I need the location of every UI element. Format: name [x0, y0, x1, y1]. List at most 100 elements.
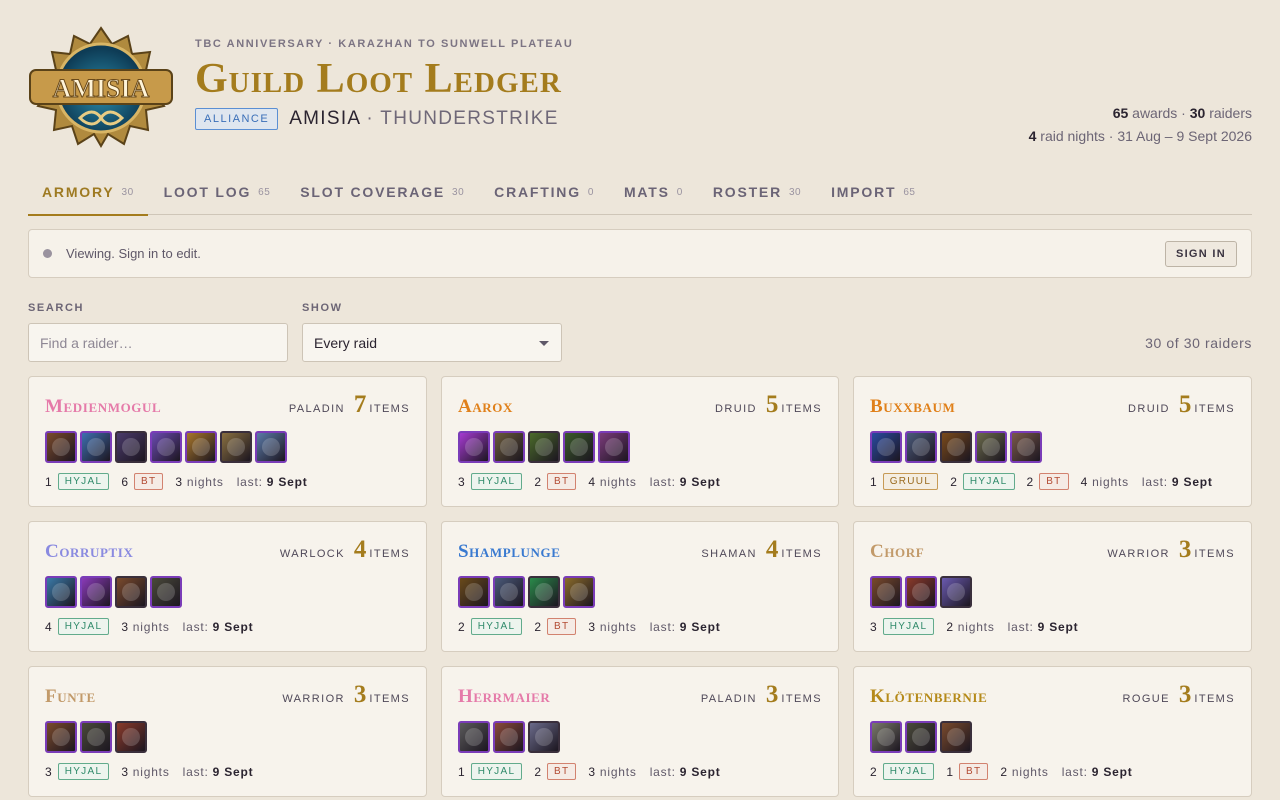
last-attended: last: 9 Sept	[1008, 620, 1079, 634]
last-word: last:	[182, 764, 209, 779]
raider-card[interactable]: Corruptix WARLOCK 4 ITEMS 4 HYJAL 3 nights last:…	[28, 521, 427, 652]
item-icon[interactable]	[45, 721, 77, 753]
item-icon[interactable]	[528, 721, 560, 753]
item-icon[interactable]	[458, 431, 490, 463]
item-icon[interactable]	[150, 576, 182, 608]
tab-armory[interactable]: ARMORY 30	[28, 172, 148, 216]
item-icon[interactable]	[80, 431, 112, 463]
item-icon[interactable]	[458, 576, 490, 608]
item-icon[interactable]	[115, 721, 147, 753]
tab-label: ROSTER	[712, 184, 782, 200]
item-icon[interactable]	[870, 576, 902, 608]
raid-badge: BT	[547, 473, 577, 490]
item-icons	[458, 576, 822, 608]
raid-loot-count: 3	[870, 619, 877, 634]
raid-badge: HYJAL	[470, 618, 523, 635]
item-icon[interactable]	[458, 721, 490, 753]
raider-stats-row: 2 HYJAL 2 BT 3 nights last: 9 Sept	[458, 618, 822, 635]
item-icon[interactable]	[493, 721, 525, 753]
tab-crafting[interactable]: CRAFTING 0	[480, 172, 608, 215]
nights-word: nights	[1092, 474, 1129, 489]
item-icon[interactable]	[905, 576, 937, 608]
last-value: 9 Sept	[679, 764, 721, 779]
item-icon[interactable]	[80, 721, 112, 753]
tab-mats[interactable]: MATS 0	[610, 172, 697, 215]
item-icon[interactable]	[185, 431, 217, 463]
item-icon[interactable]	[80, 576, 112, 608]
item-icon[interactable]	[45, 576, 77, 608]
item-icon[interactable]	[940, 576, 972, 608]
item-icon[interactable]	[115, 431, 147, 463]
last-attended: last: 9 Sept	[650, 620, 721, 634]
view-mode-notice: Viewing. Sign in to edit. SIGN IN	[28, 229, 1252, 278]
item-icon[interactable]	[975, 431, 1007, 463]
item-icon[interactable]	[528, 576, 560, 608]
raid-loot-count: 2	[458, 619, 465, 634]
raider-class: WARRIOR	[282, 693, 345, 705]
item-icon[interactable]	[598, 431, 630, 463]
item-icon[interactable]	[493, 431, 525, 463]
stats-line-1: 65 awards · 30 raiders	[1029, 102, 1252, 125]
raider-name[interactable]: Medienmogul	[45, 396, 161, 418]
last-attended: last: 9 Sept	[237, 475, 308, 489]
card-header: Corruptix WARLOCK 4 ITEMS	[45, 536, 410, 570]
show-select[interactable]: Every raid	[302, 323, 562, 362]
item-count: 4	[353, 536, 367, 563]
item-icons	[870, 431, 1235, 463]
raider-name[interactable]: Chorf	[870, 541, 924, 563]
tab-import[interactable]: IMPORT 65	[817, 172, 929, 215]
raid-loot-count: 2	[870, 764, 877, 779]
search-input[interactable]	[28, 323, 288, 362]
item-icon[interactable]	[563, 576, 595, 608]
raider-name[interactable]: Funte	[45, 686, 96, 708]
item-icon[interactable]	[870, 721, 902, 753]
item-icon[interactable]	[115, 576, 147, 608]
raider-stats-row: 1 HYJAL 6 BT 3 nights last: 9 Sept	[45, 473, 410, 490]
tab-loot-log[interactable]: LOOT LOG 65	[150, 172, 285, 215]
item-icon[interactable]	[150, 431, 182, 463]
item-icon[interactable]	[255, 431, 287, 463]
raider-name[interactable]: Shamplunge	[458, 541, 561, 563]
item-icon[interactable]	[940, 721, 972, 753]
item-icon[interactable]	[1010, 431, 1042, 463]
raider-card[interactable]: Klötenbernie ROGUE 3 ITEMS 2 HYJAL 1 BT 2 nights l…	[853, 666, 1252, 797]
raider-name[interactable]: Buxxbaum	[870, 396, 955, 418]
item-icons	[870, 576, 1235, 608]
item-icon[interactable]	[220, 431, 252, 463]
raider-card[interactable]: Aarox DRUID 5 ITEMS 3 HYJAL 2 BT 4 nights last: 9 S…	[441, 376, 839, 507]
item-icon[interactable]	[905, 431, 937, 463]
tab-count: 0	[587, 187, 594, 198]
item-icon[interactable]	[528, 431, 560, 463]
raid-badge: HYJAL	[470, 763, 523, 780]
raiders-count: 30	[1189, 105, 1206, 121]
raider-grid: Medienmogul PALADIN 7 ITEMS 1 HYJAL 6 BT 3 nights…	[28, 376, 1252, 797]
nights-attended: 4 nights	[588, 475, 636, 489]
last-word: last:	[649, 619, 676, 634]
sign-in-button[interactable]: SIGN IN	[1164, 240, 1237, 267]
tab-roster[interactable]: ROSTER 30	[699, 172, 815, 215]
nights-attended: 3 nights	[121, 765, 169, 779]
raid-badge: HYJAL	[57, 763, 110, 780]
item-icon[interactable]	[45, 431, 77, 463]
raider-card[interactable]: Funte WARRIOR 3 ITEMS 3 HYJAL 3 nights last: 9 Se…	[28, 666, 427, 797]
item-icon[interactable]	[940, 431, 972, 463]
raider-card[interactable]: Medienmogul PALADIN 7 ITEMS 1 HYJAL 6 BT 3 nights…	[28, 376, 427, 507]
item-icon[interactable]	[905, 721, 937, 753]
item-icon[interactable]	[493, 576, 525, 608]
raider-card[interactable]: Chorf WARRIOR 3 ITEMS 3 HYJAL 2 nights last: 9 Se…	[853, 521, 1252, 652]
tab-count: 0	[676, 187, 683, 198]
raider-card[interactable]: Herrmaier PALADIN 3 ITEMS 1 HYJAL 2 BT 3 nights la…	[441, 666, 839, 797]
item-icon[interactable]	[563, 431, 595, 463]
item-icons	[45, 721, 410, 753]
raider-card[interactable]: Buxxbaum DRUID 5 ITEMS 1 GRUUL 2 HYJAL 2 BT 4 night…	[853, 376, 1252, 507]
raider-name[interactable]: Corruptix	[45, 541, 133, 563]
raid-loot-count: 2	[950, 474, 957, 489]
item-icon[interactable]	[870, 431, 902, 463]
nights-attended: 3 nights	[175, 475, 223, 489]
tab-slot-coverage[interactable]: SLOT COVERAGE 30	[286, 172, 478, 215]
raider-name[interactable]: Aarox	[458, 396, 513, 418]
raider-name[interactable]: Klötenbernie	[870, 686, 987, 708]
raider-name[interactable]: Herrmaier	[458, 686, 550, 708]
raider-card[interactable]: Shamplunge SHAMAN 4 ITEMS 2 HYJAL 2 BT 3 nights la…	[441, 521, 839, 652]
last-word: last:	[182, 619, 209, 634]
